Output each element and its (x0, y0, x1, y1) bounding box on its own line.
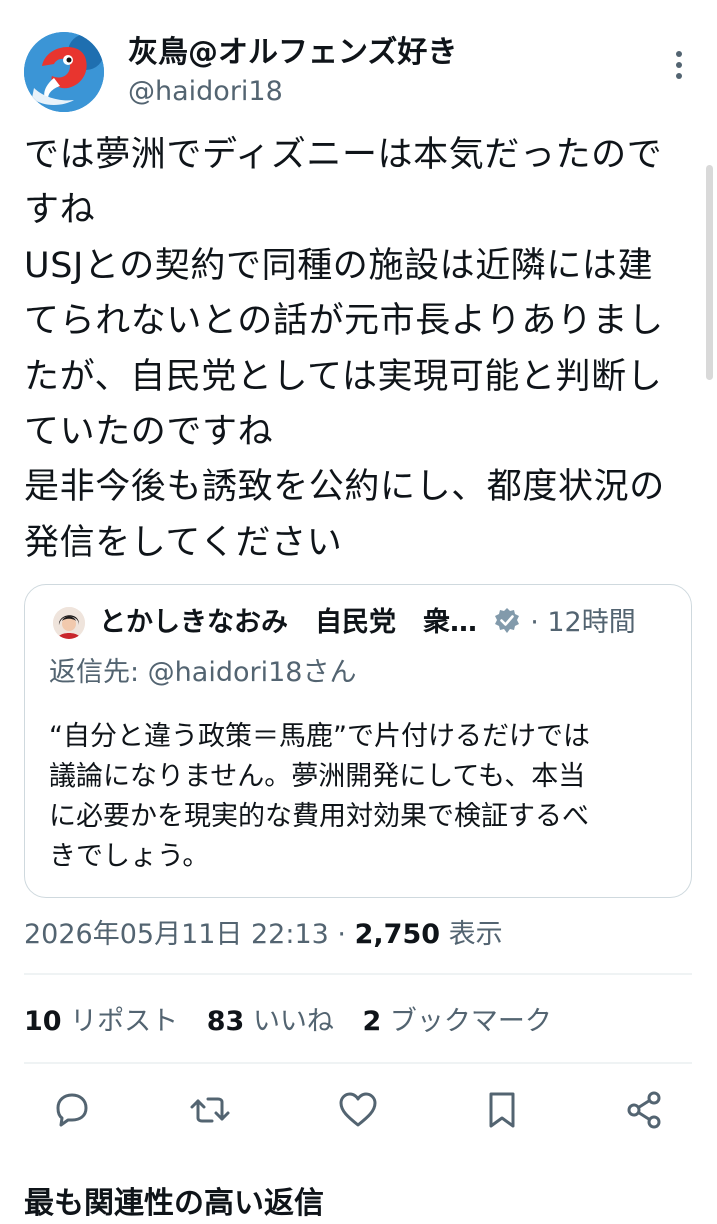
tweet-text-line: たが、自民党としては実現可能と判断し (24, 356, 663, 397)
tweet-datetime[interactable]: 2026年05月11日 22:13 (24, 919, 329, 950)
reposts-label: リポスト (70, 1006, 179, 1037)
bookmark-icon[interactable] (480, 1088, 524, 1132)
tweet-text-line: 是非今後も誘致を公約にし、都度状況の (24, 467, 665, 508)
view-count: 2,750 (354, 919, 441, 950)
tweet-text-line: では夢洲でディズニーは本気だったので (24, 135, 663, 175)
tweet-text-line: てられないとの話が元市長よりありまし (24, 301, 664, 342)
divider (24, 973, 692, 975)
author-avatar[interactable] (24, 32, 104, 112)
quoted-text-line: “自分と違う政策＝馬鹿”で片付けるだけでは (49, 721, 590, 752)
quoted-tweet-card[interactable]: とかしきなおみ 自民党 衆… · 12時間 返信先: @haidori18さん … (24, 584, 692, 898)
share-icon[interactable] (622, 1088, 666, 1132)
tweet-text-line: USJとの契約で同種の施設は近隣には建 (24, 245, 654, 286)
verified-badge-icon (492, 606, 522, 636)
reply-icon[interactable] (50, 1088, 94, 1132)
quoted-text-line: に必要かを現実的な費用対効果で検証するべ (49, 801, 589, 832)
divider (24, 1062, 692, 1064)
view-label: 表示 (448, 919, 503, 950)
tweet-text-line: すね (24, 190, 96, 231)
bookmarks-stat[interactable]: 2 ブックマーク (363, 1006, 552, 1037)
bookmarks-count: 2 (362, 1006, 382, 1037)
quoted-author-avatar (53, 607, 85, 639)
tweet-text: では夢洲でディズニーは本気だったので すね USJとの契約で同種の施設は近隣には… (24, 128, 684, 571)
likes-label: いいね (252, 1006, 334, 1037)
meta-separator: · (337, 919, 347, 950)
reposts-count: 10 (24, 1006, 62, 1037)
engagement-stats: 10 リポスト 83 いいね 2 ブックマーク (24, 1002, 552, 1042)
quoted-reply-to: 返信先: @haidori18さん (49, 657, 357, 688)
scrollbar[interactable] (706, 165, 713, 380)
quoted-tweet-text: “自分と違う政策＝馬鹿”で片付けるだけでは 議論になりません。夢洲開発にしても、… (49, 717, 679, 877)
likes-stat[interactable]: 83 いいね (207, 1006, 334, 1037)
bookmarks-label: ブックマーク (389, 1006, 552, 1037)
author-handle[interactable]: @haidori18 (128, 75, 283, 109)
repost-icon[interactable] (188, 1088, 232, 1132)
section-heading: 最も関連性の高い返信 (24, 1186, 324, 1221)
quoted-text-line: きでしょう。 (49, 841, 210, 872)
quoted-text-line: 議論になりません。夢洲開発にしても、本当 (49, 761, 586, 792)
tweet-meta: 2026年05月11日 22:13 · 2,750 表示 (24, 915, 503, 955)
quoted-tweet-time: · 12時間 (530, 607, 636, 638)
author-display-name[interactable]: 灰鳥@オルフェンズ好き (128, 34, 457, 72)
tweet-text-line: ていたのですね (24, 412, 274, 453)
quoted-tweet-header: とかしきなおみ 自民党 衆… · 12時間 (99, 605, 636, 641)
like-icon[interactable] (336, 1088, 380, 1132)
reposts-stat[interactable]: 10 リポスト (24, 1006, 178, 1037)
more-options-icon[interactable] (664, 48, 694, 82)
tweet-text-line: 発信をしてください (24, 522, 343, 563)
quoted-author-name[interactable]: とかしきなおみ 自民党 衆… (99, 607, 477, 638)
likes-count: 83 (206, 1006, 245, 1037)
